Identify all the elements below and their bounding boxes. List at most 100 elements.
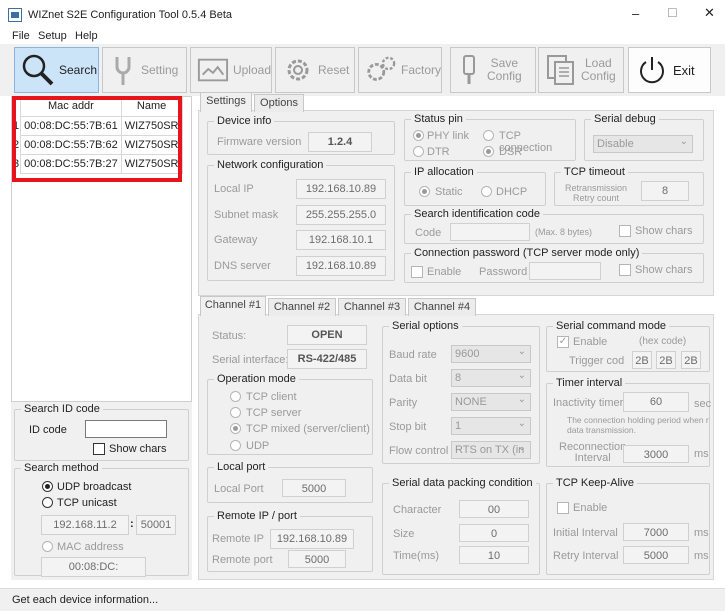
dns-server-field[interactable]: 192.168.10.89 — [296, 256, 386, 276]
password-enable-checkbox[interactable] — [411, 266, 423, 278]
remote-port-field[interactable]: 5000 — [288, 550, 346, 568]
upload-button[interactable]: Upload — [190, 47, 272, 93]
search-icon — [22, 54, 54, 86]
subnet-mask-field[interactable]: 255.255.255.0 — [296, 205, 386, 225]
setting-button[interactable]: Setting — [102, 47, 187, 93]
tab-options[interactable]: Options — [254, 94, 304, 112]
status-text: Get each device information... — [12, 594, 159, 606]
dsr-radio[interactable] — [483, 146, 494, 157]
password-show-checkbox[interactable] — [619, 264, 631, 276]
save-icon — [463, 55, 475, 84]
serial-options-group: Serial options Baud rate 9600 Data bit 8… — [382, 320, 540, 464]
serial-debug-group: Serial debug Disable — [584, 113, 704, 161]
local-ip-field[interactable]: 192.168.10.89 — [296, 179, 386, 199]
window-title: WIZnet S2E Configuration Tool 0.5.4 Beta — [28, 9, 233, 21]
tcp-connection-radio[interactable] — [483, 130, 494, 141]
device-info-group: Device info Firmware version 1.2.4 — [207, 115, 395, 155]
gear-icon — [287, 59, 309, 81]
search-button[interactable]: Search — [14, 47, 99, 93]
parity-select[interactable]: NONE — [451, 392, 531, 411]
dtr-radio[interactable] — [413, 146, 424, 157]
unicast-ip-field[interactable]: 192.168.11.2 — [41, 515, 129, 535]
tcp-server-radio[interactable] — [230, 407, 241, 418]
exit-button[interactable]: Exit — [628, 47, 711, 93]
trigger-code-2[interactable]: 2B — [656, 351, 676, 369]
search-code-show-checkbox[interactable] — [619, 225, 631, 237]
menu-bar: File Setup Help — [0, 30, 725, 44]
tcp-timeout-group: TCP timeout Retransmission Retry count 8 — [554, 166, 704, 206]
mac-address-field[interactable]: 00:08:DC: — [41, 557, 146, 577]
menu-help[interactable]: Help — [75, 30, 98, 42]
channel-tabs: Channel #1 Channel #2 Channel #3 Channel… — [198, 296, 488, 316]
status-bar: Get each device information... — [0, 588, 725, 611]
menu-setup[interactable]: Setup — [38, 30, 67, 42]
show-chars-checkbox[interactable] — [93, 443, 105, 455]
tab-settings[interactable]: Settings — [200, 92, 252, 112]
packing-size-field[interactable]: 0 — [459, 524, 529, 542]
keepalive-enable-checkbox[interactable] — [557, 502, 569, 514]
load-config-button[interactable]: Load Config — [538, 47, 624, 93]
serial-debug-select[interactable]: Disable — [593, 134, 693, 153]
tcp-mixed-radio[interactable] — [230, 423, 241, 434]
unicast-port-field[interactable]: 50001 — [136, 515, 176, 535]
tab-channel-4[interactable]: Channel #4 — [408, 298, 476, 316]
save-config-button[interactable]: Save Config — [450, 47, 536, 93]
udp-broadcast-radio[interactable] — [42, 481, 53, 492]
network-config-group: Network configuration Local IP 192.168.1… — [207, 159, 395, 281]
operation-mode-group: Operation mode TCP client TCP server TCP… — [207, 373, 373, 455]
id-code-input[interactable] — [85, 420, 167, 438]
settings-tabs: Settings Options — [198, 92, 398, 112]
static-radio[interactable] — [419, 186, 430, 197]
remote-ip-field[interactable]: 192.168.10.89 — [270, 529, 354, 549]
phy-link-radio[interactable] — [413, 130, 424, 141]
trigger-code-1[interactable]: 2B — [632, 351, 652, 369]
dhcp-radio[interactable] — [481, 186, 492, 197]
serial-interface-label: Serial interface: — [212, 354, 289, 366]
power-icon — [640, 57, 664, 84]
serial-interface: RS-422/485 — [287, 349, 367, 369]
search-code-input[interactable] — [450, 223, 530, 241]
channel-status: OPEN — [287, 325, 367, 345]
documents-icon — [547, 55, 574, 85]
packing-time-field[interactable]: 10 — [459, 546, 529, 564]
status-pin-group: Status pin PHY link TCP connection DTR D… — [404, 113, 576, 161]
initial-interval-field[interactable]: 7000 — [623, 523, 689, 541]
baud-rate-select[interactable]: 9600 — [451, 344, 531, 363]
timer-interval-group: Timer interval Inactivity timer 60 sec T… — [546, 377, 711, 467]
flow-control-select[interactable]: RTS on TX (in — [451, 441, 531, 459]
password-input[interactable] — [529, 262, 601, 280]
tcp-client-radio[interactable] — [230, 391, 241, 402]
local-port-group: Local port Local Port 5000 — [207, 461, 373, 503]
local-port-field[interactable]: 5000 — [282, 479, 346, 497]
search-code-group: Search identification code Code (Max. 8 … — [404, 208, 704, 244]
data-bit-select[interactable]: 8 — [451, 368, 531, 387]
reconnection-interval-field[interactable]: 3000 — [623, 445, 689, 463]
reset-button[interactable]: Reset — [275, 47, 355, 93]
packing-character-field[interactable]: 00 — [459, 500, 529, 518]
firmware-version-field: 1.2.4 — [308, 132, 372, 152]
command-enable-checkbox[interactable]: ✓ — [557, 336, 569, 348]
close-button[interactable]: ✕ — [704, 5, 715, 21]
retry-interval-field[interactable]: 5000 — [623, 546, 689, 564]
stop-bit-select[interactable]: 1 — [451, 416, 531, 435]
app-icon — [8, 8, 22, 22]
trigger-code-3[interactable]: 2B — [681, 351, 701, 369]
inactivity-timer-field[interactable]: 60 — [623, 392, 689, 412]
tab-channel-3[interactable]: Channel #3 — [338, 298, 406, 316]
title-bar: WIZnet S2E Configuration Tool 0.5.4 Beta… — [0, 0, 725, 30]
tcp-keepalive-group: TCP Keep-Alive Enable Initial Interval 7… — [546, 477, 710, 575]
minimize-button[interactable]: – — [632, 6, 639, 21]
maximize-button[interactable]: ☐ — [667, 6, 678, 20]
mac-address-radio[interactable] — [42, 541, 53, 552]
retry-count-field[interactable]: 8 — [641, 181, 689, 201]
search-id-group: Search ID code ID code Show chars — [14, 403, 189, 461]
packing-condition-group: Serial data packing condition Character … — [382, 477, 540, 575]
tab-channel-2[interactable]: Channel #2 — [268, 298, 336, 316]
udp-radio[interactable] — [230, 440, 241, 451]
gears-icon — [367, 56, 396, 81]
gateway-field[interactable]: 192.168.10.1 — [296, 230, 386, 250]
tcp-unicast-radio[interactable] — [42, 497, 53, 508]
tab-channel-1[interactable]: Channel #1 — [200, 296, 266, 316]
menu-file[interactable]: File — [12, 30, 30, 42]
factory-button[interactable]: Factory — [358, 47, 442, 93]
